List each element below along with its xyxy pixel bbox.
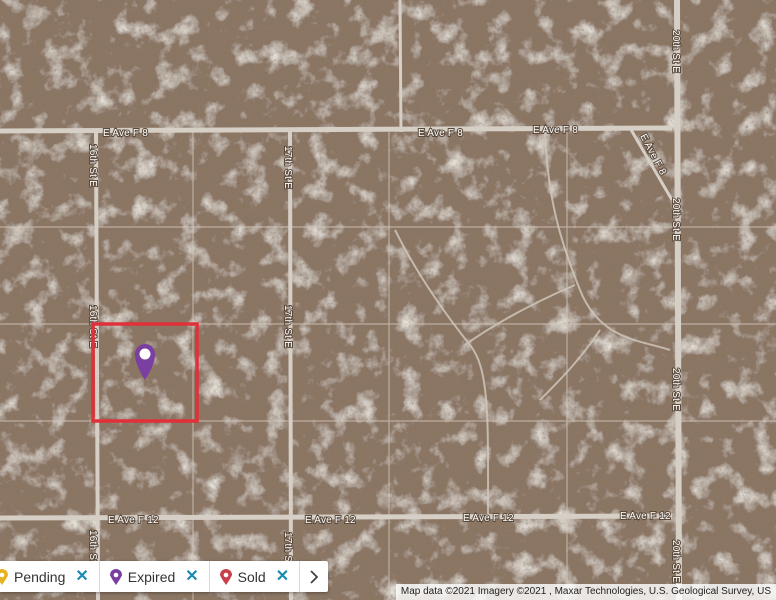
road-label-ave-f8: E Ave F 8 [418,128,463,139]
road-label-20th-st: 20th St E [670,30,681,73]
legend-label: Expired [127,568,176,585]
legend-next-button[interactable] [300,561,328,592]
satellite-map[interactable]: E Ave F 8 E Ave F 8 E Ave F 8 E Ave F 8 … [0,0,776,600]
road-label-20th-st: 20th St E [670,198,681,241]
road-label-17th-st: 17th St E [282,305,293,348]
close-icon[interactable]: ✕ [185,568,198,585]
road-label-ave-f12: E Ave F 12 [463,513,514,524]
legend-label: Sold [237,568,266,585]
close-icon[interactable]: ✕ [75,568,88,585]
road-label-17th-st: 17th St E [282,146,293,189]
map-pin-icon [109,568,122,585]
legend-item-pending[interactable]: Pending ✕ [0,561,100,592]
road-label-ave-f12: E Ave F 12 [305,515,356,526]
legend-item-expired[interactable]: Expired ✕ [100,561,210,592]
road-label-20th-st: 20th St E [670,540,681,583]
road-label-ave-f12: E Ave F 12 [108,515,159,526]
road-label-20th-st: 20th St E [670,368,681,411]
close-icon[interactable]: ✕ [276,568,289,585]
road-label-ave-f8: E Ave F 8 [533,125,578,136]
map-attribution: Map data ©2021 Imagery ©2021 , Maxar Tec… [395,584,776,600]
road-label-ave-f12: E Ave F 12 [620,511,671,522]
legend-label: Pending [14,568,66,585]
road-label-ave-f8: E Ave F 8 [103,128,148,139]
map-pin-icon [0,568,8,585]
road-label-16th-st: 16th St E [87,144,98,187]
status-legend: Pending ✕ Expired ✕ Sold ✕ [0,561,329,592]
map-pin-icon [219,568,232,585]
legend-item-sold[interactable]: Sold ✕ [210,561,301,592]
chevron-right-icon [310,569,319,584]
